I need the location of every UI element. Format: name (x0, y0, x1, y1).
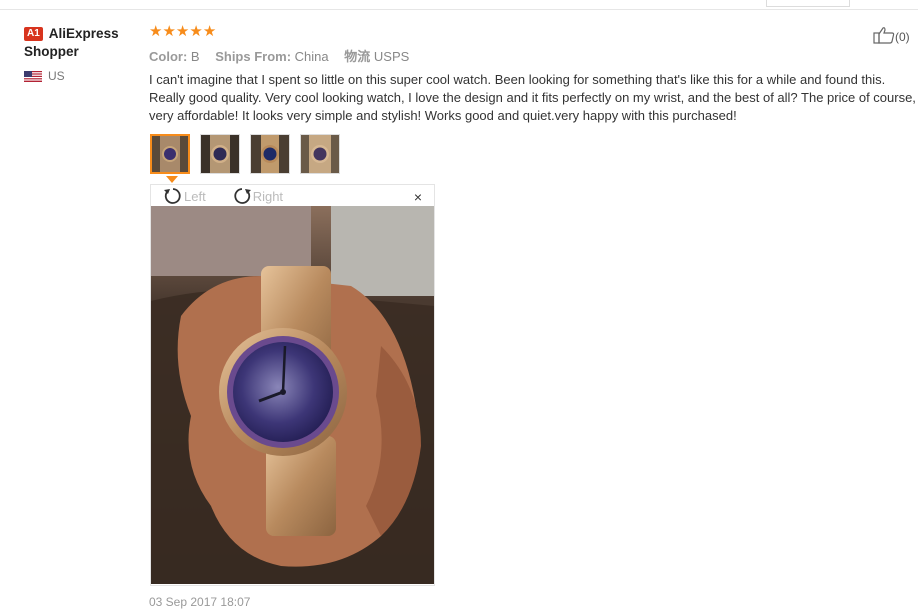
active-thumbnail-indicator (166, 176, 178, 183)
top-divider (0, 9, 918, 10)
star-icon: ★ (189, 23, 203, 40)
review-content: ★ ★ ★ ★ ★ Color: B Ships From: China 物流 … (149, 24, 918, 125)
ships-from-label: Ships From: (215, 49, 292, 64)
logistics-label: 物流 (344, 49, 371, 64)
rotate-left-button[interactable]: Left (163, 186, 206, 206)
ships-from-value: China (294, 49, 329, 64)
us-flag-icon (24, 70, 42, 82)
logistics-value: USPS (373, 49, 410, 64)
review-date: 03 Sep 2017 18:07 (149, 595, 251, 609)
review-text: I can't imagine that I spent so little o… (149, 72, 916, 123)
rotate-left-icon (164, 188, 181, 204)
photo-thumbnail[interactable] (300, 134, 340, 174)
reviewer-level-badge: A1 (24, 27, 43, 41)
reviewer-name-line2: Shopper (24, 44, 79, 59)
star-icon: ★ (162, 23, 176, 40)
photo-thumbnails (150, 134, 340, 174)
rotate-right-button[interactable]: Right (232, 186, 283, 206)
close-viewer-button[interactable]: × (414, 189, 422, 205)
thumbs-up-icon (873, 26, 895, 47)
viewer-toolbar: Left Right × (151, 185, 434, 207)
photo-thumbnail[interactable] (150, 134, 190, 174)
country-code: US (48, 69, 65, 83)
photo-thumbnail[interactable] (200, 134, 240, 174)
reviewer-country: US (24, 69, 139, 83)
rotate-left-label: Left (184, 188, 206, 204)
helpful-button[interactable]: (0) (873, 26, 910, 47)
review-photo (151, 206, 434, 584)
color-value: B (190, 49, 200, 64)
reviewer-name-line1: AliExpress (48, 26, 119, 41)
star-icon: ★ (202, 23, 217, 40)
rotate-right-label: Right (252, 188, 284, 204)
rotate-right-icon (234, 188, 251, 204)
reviewer-info: A1 AliExpress Shopper US (24, 25, 139, 83)
star-icon: ★ (149, 23, 163, 40)
photo-viewer: Left Right × (150, 184, 435, 586)
star-rating: ★ ★ ★ ★ ★ (149, 24, 918, 40)
order-meta: Color: B Ships From: China 物流 USPS (149, 46, 918, 65)
helpful-count: (0) (895, 29, 910, 44)
photo-thumbnail[interactable] (250, 134, 290, 174)
star-icon: ★ (175, 23, 190, 40)
top-tab-edge (766, 0, 850, 7)
color-label: Color: (149, 49, 188, 64)
